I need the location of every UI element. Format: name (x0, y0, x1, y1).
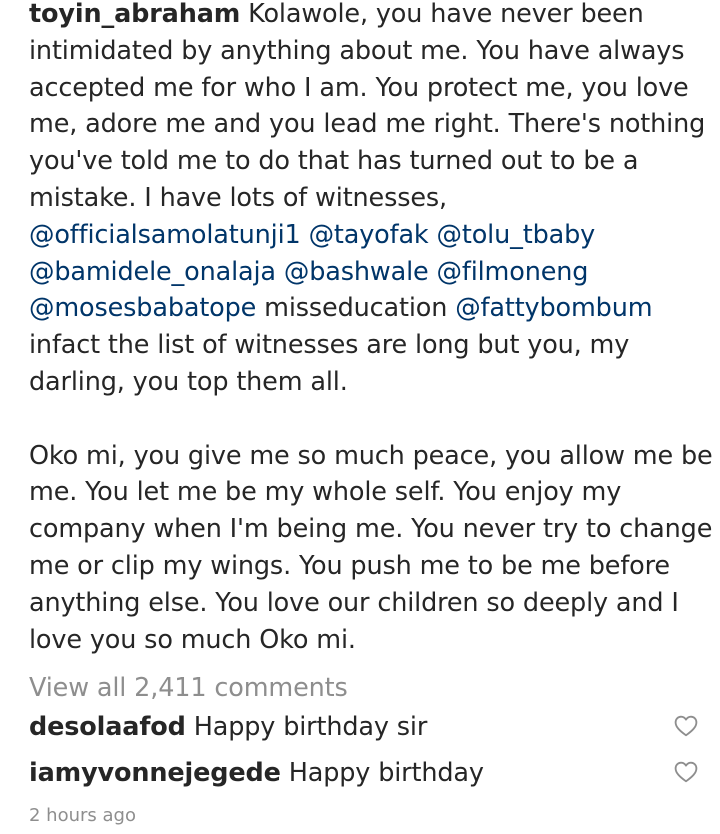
caption-line: darling, you top them all. (29, 366, 348, 397)
caption-line: toyin_abraham Kolawole, you have never b… (29, 0, 709, 33)
comment-username[interactable]: desolaafod (29, 712, 186, 742)
caption-line: love you so much Oko mi. (29, 624, 356, 655)
caption-line: mistake. I have lots of witnesses, (29, 182, 447, 213)
mention-link[interactable]: @filmoneng (437, 257, 589, 287)
caption-line: @mosesbabatope misseducation @fattybombu… (29, 290, 709, 327)
comment-text: Happy birthday sir (185, 712, 428, 742)
caption-line: me, adore me and you lead me right. Ther… (29, 109, 706, 140)
view-all-comments-link[interactable]: View all 2,411 comments (29, 670, 348, 706)
post-timestamp: 2 hours ago (29, 805, 136, 826)
comment-username[interactable]: iamyvonnejegede (29, 758, 281, 788)
caption-line: @officialsamolatunji1 @tayofak @tolu_tba… (29, 217, 709, 254)
heart-outline-icon[interactable] (673, 713, 699, 739)
caption-line: accepted me for who I am. You protect me… (29, 72, 689, 103)
mention-link[interactable]: @officialsamolatunji1 (29, 220, 301, 250)
caption-line: anything else. You love our children so … (29, 587, 679, 618)
post-caption: toyin_abraham Kolawole, you have never b… (29, 0, 713, 658)
mention-link[interactable]: @bashwale (284, 257, 429, 287)
caption-line: me. You let me be my whole self. You enj… (29, 477, 622, 508)
comment-text: Happy birthday (280, 758, 484, 788)
caption-line: Oko mi, you give me so much peace, you a… (29, 440, 713, 471)
caption-username[interactable]: toyin_abraham (29, 0, 240, 29)
comment-row: iamyvonnejegede Happy birthday (29, 755, 699, 795)
comment-row: desolaafod Happy birthday sir (29, 709, 699, 749)
caption-line: @bamidele_onalaja @bashwale @filmoneng (29, 254, 709, 291)
mention-link[interactable]: @tolu_tbaby (437, 220, 596, 250)
caption-line: intimidated by anything about me. You ha… (29, 35, 685, 66)
caption-line: company when I'm being me. You never try… (29, 514, 713, 545)
caption-line: me or clip my wings. You push me to be m… (29, 550, 670, 581)
mention-link[interactable]: @fattybombum (455, 293, 652, 323)
mention-link[interactable]: @mosesbabatope (29, 293, 256, 323)
mention-link[interactable]: @tayofak (309, 220, 429, 250)
caption-line: infact the list of witnesses are long bu… (29, 330, 630, 361)
caption-text: Kolawole, you have never been (240, 0, 644, 29)
caption-line: you've told me to do that has turned out… (29, 146, 639, 177)
caption-text: misseducation (256, 293, 456, 324)
mention-link[interactable]: @bamidele_onalaja (29, 257, 276, 287)
heart-outline-icon[interactable] (673, 759, 699, 785)
